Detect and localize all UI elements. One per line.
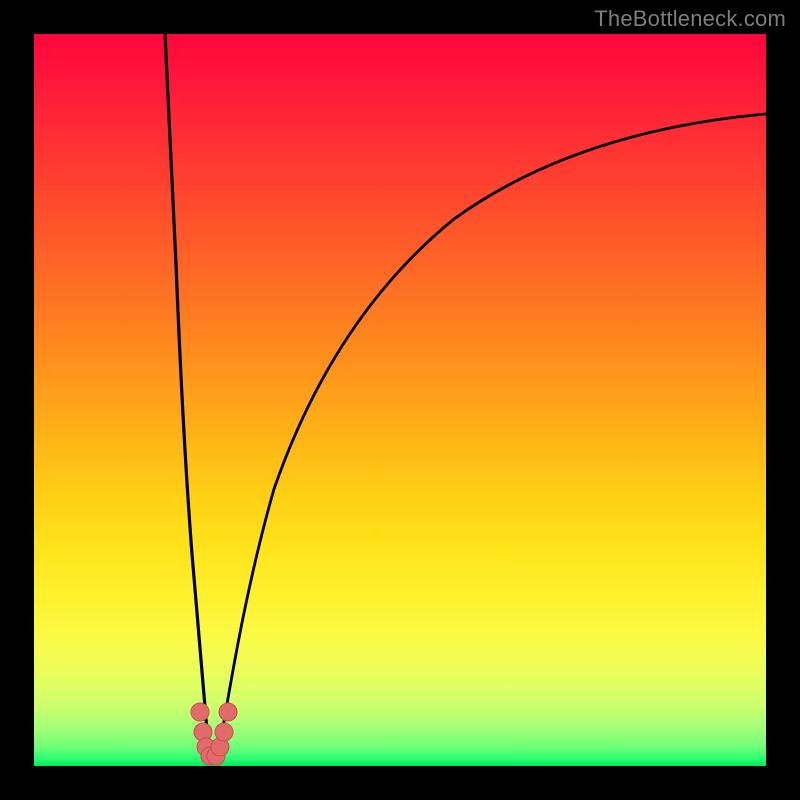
marker-cluster — [191, 703, 237, 765]
curve-right-branch — [218, 114, 766, 756]
watermark-text: TheBottleneck.com — [594, 6, 786, 32]
marker-dot — [191, 703, 209, 721]
bottleneck-curve — [34, 34, 766, 766]
plot-area — [34, 34, 766, 766]
chart-frame: TheBottleneck.com — [0, 0, 800, 800]
curve-left-branch — [165, 34, 209, 754]
marker-dot — [215, 723, 233, 741]
marker-dot — [219, 703, 237, 721]
